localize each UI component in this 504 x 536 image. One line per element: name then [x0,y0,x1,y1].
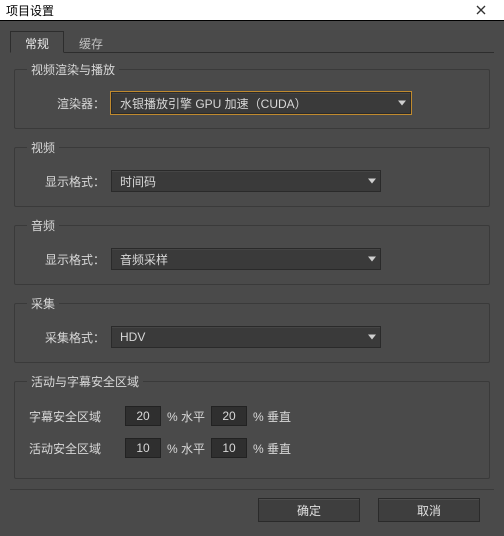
chevron-down-icon [368,335,376,340]
select-audio-format[interactable]: 音频采样 [111,248,381,270]
chevron-down-icon [368,257,376,262]
project-settings-window: 项目设置 常规 缓存 视频渲染与播放 渲染器： 水银播放引擎 GPU 加速（CU… [0,0,504,529]
input-title-safe-h[interactable] [125,406,161,426]
group-render-playback: 视频渲染与播放 渲染器： 水银播放引擎 GPU 加速（CUDA） [14,61,490,129]
chevron-down-icon [398,101,406,106]
group-capture: 采集 采集格式： HDV [14,295,490,363]
select-capture-format[interactable]: HDV [111,326,381,348]
row-capture-format: 采集格式： HDV [25,326,479,348]
group-audio-legend: 音频 [27,217,59,234]
label-renderer: 渲染器： [25,95,105,112]
select-capture-format-value: HDV [120,330,145,344]
row-renderer: 渲染器： 水银播放引擎 GPU 加速（CUDA） [25,92,479,114]
input-action-safe-v[interactable] [211,438,247,458]
group-safe-areas: 活动与字幕安全区域 字幕安全区域 % 水平 % 垂直 活动安全区域 % 水平 %… [14,373,490,479]
unit-pct-h: % 水平 [167,408,205,425]
group-capture-legend: 采集 [27,295,59,312]
row-audio-format: 显示格式： 音频采样 [25,248,479,270]
select-renderer-value: 水银播放引擎 GPU 加速（CUDA） [120,95,307,112]
close-icon [476,5,486,15]
input-action-safe-h[interactable] [125,438,161,458]
tab-general[interactable]: 常规 [10,31,64,53]
chevron-down-icon [368,179,376,184]
dialog-body: 常规 缓存 视频渲染与播放 渲染器： 水银播放引擎 GPU 加速（CUDA） 视… [0,21,504,536]
group-video-legend: 视频 [27,139,59,156]
group-audio: 音频 显示格式： 音频采样 [14,217,490,285]
label-video-format: 显示格式： [25,173,105,190]
unit-pct-v: % 垂直 [253,440,291,457]
unit-pct-h: % 水平 [167,440,205,457]
label-audio-format: 显示格式： [25,251,105,268]
row-action-safe: 活动安全区域 % 水平 % 垂直 [25,432,479,464]
select-video-format[interactable]: 时间码 [111,170,381,192]
label-title-safe: 字幕安全区域 [29,408,119,425]
unit-pct-v: % 垂直 [253,408,291,425]
group-render-playback-legend: 视频渲染与播放 [27,61,119,78]
label-capture-format: 采集格式： [25,329,105,346]
window-title: 项目设置 [6,2,462,19]
group-safe-areas-legend: 活动与字幕安全区域 [27,373,143,390]
tab-cache[interactable]: 缓存 [64,31,118,53]
label-action-safe: 活动安全区域 [29,440,119,457]
tab-underline [10,52,494,53]
general-panel: 视频渲染与播放 渲染器： 水银播放引擎 GPU 加速（CUDA） 视频 显示格式… [10,53,494,489]
row-video-format: 显示格式： 时间码 [25,170,479,192]
tab-bar: 常规 缓存 [10,31,494,53]
group-video: 视频 显示格式： 时间码 [14,139,490,207]
select-video-format-value: 时间码 [120,173,156,190]
cancel-button[interactable]: 取消 [378,498,480,522]
close-button[interactable] [462,0,500,20]
select-renderer[interactable]: 水银播放引擎 GPU 加速（CUDA） [111,92,411,114]
row-title-safe: 字幕安全区域 % 水平 % 垂直 [25,400,479,432]
select-audio-format-value: 音频采样 [120,251,168,268]
input-title-safe-v[interactable] [211,406,247,426]
ok-button[interactable]: 确定 [258,498,360,522]
titlebar: 项目设置 [0,0,504,21]
